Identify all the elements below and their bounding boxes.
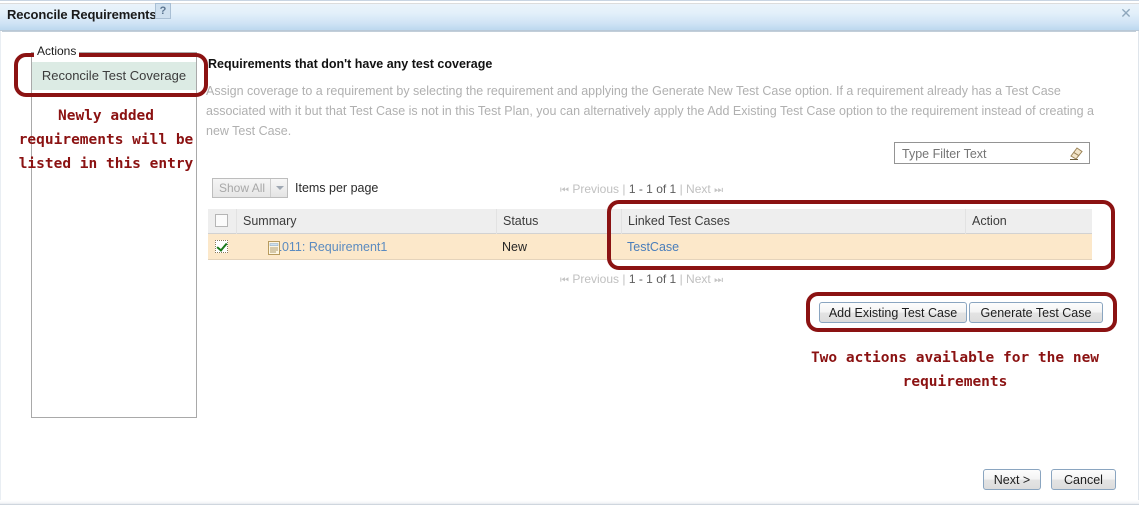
items-per-page-select[interactable]: Show All (212, 178, 288, 198)
requirement-document-icon (268, 239, 281, 255)
pagination-top: ⏮ Previous | 1 - 1 of 1 | Next ⏭ (560, 182, 723, 196)
row-select-cell (208, 234, 236, 260)
titlebar-divider (0, 31, 1139, 32)
table-header-row: Summary Status Linked Test Cases Action (208, 209, 1092, 234)
eraser-icon[interactable] (1067, 146, 1083, 161)
help-icon[interactable]: ? (155, 3, 171, 19)
requirements-table: Summary Status Linked Test Cases Action (208, 209, 1092, 260)
pagination-bottom-first-icon[interactable]: ⏮ (560, 275, 569, 286)
linked-test-case-link[interactable]: TestCase (627, 240, 679, 254)
pagination-bottom-next[interactable]: Next (686, 272, 711, 286)
row-action-cell (965, 234, 1092, 260)
close-icon[interactable]: ✕ (1119, 7, 1133, 22)
pagination-separator-2: | (679, 182, 683, 196)
filter-field[interactable] (894, 142, 1090, 164)
action-item-reconcile-test-coverage[interactable]: Reconcile Test Coverage (32, 62, 196, 90)
generate-test-case-button[interactable]: Generate Test Case (969, 302, 1103, 323)
row-checkbox[interactable] (215, 240, 228, 253)
table-row[interactable]: 1011: Requirement1 New TestCase (208, 234, 1092, 260)
row-summary-link[interactable]: 1011: Requirement1 (275, 240, 387, 254)
column-header-status[interactable]: Status (496, 209, 621, 234)
window-title: Reconcile Requirements (7, 7, 157, 22)
pagination-next[interactable]: Next (686, 182, 711, 196)
pagination-bottom-previous[interactable]: Previous (572, 272, 619, 286)
annotation-text-left: Newly added requirements will be listed … (18, 108, 194, 172)
chevron-down-icon[interactable] (270, 179, 287, 197)
window-bottom-edge (0, 500, 1139, 505)
pagination-bottom-separator-2: | (679, 272, 683, 286)
dialog-window: Reconcile Requirements ? ✕ Actions Recon… (0, 0, 1139, 505)
pagination-last-icon[interactable]: ⏭ (714, 185, 723, 196)
pagination-bottom: ⏮ Previous | 1 - 1 of 1 | Next ⏭ (560, 272, 723, 286)
cancel-button[interactable]: Cancel (1051, 469, 1116, 490)
pagination-previous[interactable]: Previous (572, 182, 619, 196)
column-header-summary[interactable]: Summary (236, 209, 496, 234)
pagination-range: 1 - 1 of 1 (628, 182, 677, 196)
add-existing-test-case-button[interactable]: Add Existing Test Case (819, 302, 967, 323)
row-linked-test-cases-cell: TestCase (621, 234, 965, 260)
select-all-header (208, 209, 236, 234)
items-per-page-value: Show All (219, 181, 266, 195)
annotation-text-buttons: Two actions available for the new requir… (810, 350, 1100, 390)
pagination-bottom-last-icon[interactable]: ⏭ (714, 275, 723, 286)
column-header-linked-test-cases[interactable]: Linked Test Cases (621, 209, 965, 234)
pagination-bottom-separator-1: | (622, 272, 626, 286)
row-status-cell: New (502, 240, 528, 254)
column-header-action[interactable]: Action (965, 209, 1092, 234)
window-left-edge (0, 31, 2, 501)
page-description: Assign coverage to a requirement by sele… (206, 84, 1095, 138)
pagination-separator-1: | (622, 182, 626, 196)
next-button[interactable]: Next > (983, 469, 1041, 490)
page-title: Requirements that don't have any test co… (208, 57, 493, 71)
items-per-page-label: Items per page (295, 181, 379, 195)
actions-panel-legend: Actions (34, 44, 80, 58)
pagination-bottom-range: 1 - 1 of 1 (628, 272, 677, 286)
row-summary-cell: 1011: Requirement1 (236, 234, 496, 260)
select-all-checkbox[interactable] (215, 214, 228, 227)
filter-input[interactable] (900, 145, 1055, 163)
pagination-first-icon[interactable]: ⏮ (560, 185, 569, 196)
